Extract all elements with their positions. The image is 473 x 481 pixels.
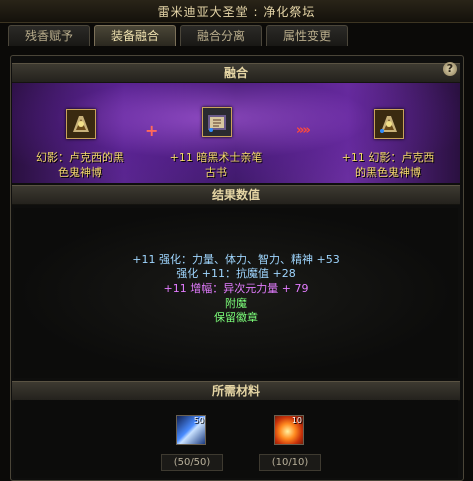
crystal-material-icon[interactable]: 50 bbox=[176, 415, 206, 445]
tab-residual-scent[interactable]: 残香赋予 bbox=[8, 25, 90, 46]
book-item-graphic bbox=[203, 108, 231, 136]
material-1-count: 50 bbox=[193, 416, 204, 425]
fusion-header: 融合 bbox=[12, 63, 460, 83]
materials-header: 所需材料 bbox=[12, 381, 460, 401]
item-2-name-line1: +11 暗黑术士亲笔 bbox=[169, 151, 263, 164]
results-header: 结果数值 bbox=[12, 185, 460, 205]
flame-material-icon[interactable]: 10 bbox=[274, 415, 304, 445]
item-1-name-line2: 色鬼神博 bbox=[58, 166, 102, 179]
armor-result-graphic bbox=[375, 110, 403, 138]
item-1-name: 幻影：卢克西的黑 色鬼神博 bbox=[20, 150, 140, 180]
result-line-4: 附魔 bbox=[225, 297, 247, 310]
tab-attribute-change[interactable]: 属性变更 bbox=[266, 25, 348, 46]
result-line-5: 保留徽章 bbox=[214, 311, 258, 324]
material-2-count: 10 bbox=[291, 416, 302, 425]
title-bar: 雷米迪亚大圣堂 : 净化祭坛 bbox=[0, 0, 473, 23]
item-1-name-line1: 幻影：卢克西的黑 bbox=[36, 151, 124, 164]
armor-result-icon[interactable] bbox=[374, 109, 404, 139]
window-title: 雷米迪亚大圣堂 : 净化祭坛 bbox=[157, 5, 316, 19]
result-line-2: 强化 +11：抗魔值 +28 bbox=[176, 267, 296, 280]
arrow-icon: »» bbox=[296, 123, 311, 138]
item-3-name-line1: +11 幻影：卢克西 bbox=[341, 151, 435, 164]
plus-icon: + bbox=[145, 121, 159, 140]
material-1-progress: (50/50) bbox=[161, 454, 223, 471]
result-line-1: +11 强化：力量、体力、智力、精神 +53 bbox=[132, 253, 340, 266]
item-3-name-line2: 的黑色鬼神博 bbox=[355, 166, 421, 179]
materials-panel bbox=[14, 400, 458, 478]
item-3-name: +11 幻影：卢克西 的黑色鬼神博 bbox=[328, 150, 448, 180]
tab-equipment-fusion[interactable]: 装备融合 bbox=[94, 25, 176, 46]
book-item-icon[interactable] bbox=[202, 107, 232, 137]
material-2-progress: (10/10) bbox=[259, 454, 321, 471]
item-2-name-line2: 古书 bbox=[205, 166, 227, 179]
help-icon[interactable]: ? bbox=[443, 62, 457, 76]
result-line-3: +11 增幅：异次元力量 + 79 bbox=[163, 282, 309, 295]
armor-item-graphic bbox=[67, 110, 95, 138]
armor-item-icon[interactable] bbox=[66, 109, 96, 139]
tab-fusion-separation[interactable]: 融合分离 bbox=[180, 25, 262, 46]
item-2-name: +11 暗黑术士亲笔 古书 bbox=[156, 150, 276, 180]
